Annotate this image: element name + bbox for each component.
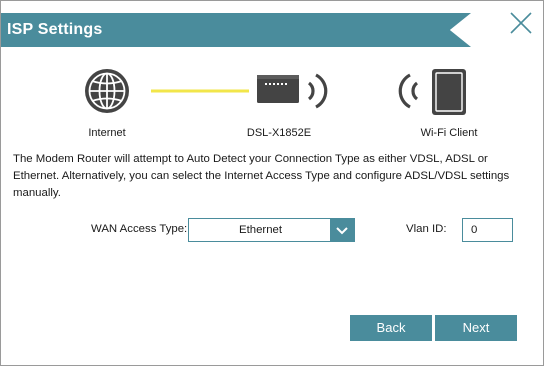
wifi-signal-icon	[398, 73, 419, 109]
title-banner: ISP Settings	[1, 13, 471, 47]
wifi-signal-icon	[307, 73, 328, 109]
wan-access-type-label: WAN Access Type:	[91, 223, 188, 235]
next-button[interactable]: Next	[435, 315, 517, 341]
vlan-id-input[interactable]	[462, 218, 513, 242]
wifi-client-label: Wi-Fi Client	[420, 127, 478, 139]
internet-label: Internet	[88, 127, 126, 139]
dialog-title: ISP Settings	[7, 21, 103, 38]
chevron-down-icon[interactable]	[330, 219, 354, 241]
connection-diagram: Internet DSL-X1852E Wi-Fi Client	[1, 61, 543, 141]
isp-settings-dialog: ISP Settings Internet DSL-X1852E Wi-Fi C…	[0, 0, 544, 366]
wan-access-type-select[interactable]: Ethernet	[188, 218, 355, 242]
close-icon[interactable]	[507, 9, 535, 37]
globe-icon	[85, 69, 129, 113]
router-icon	[257, 75, 299, 103]
vlan-id-label: Vlan ID:	[406, 223, 447, 235]
wan-access-type-value: Ethernet	[238, 224, 283, 236]
tablet-icon	[432, 69, 466, 115]
back-button[interactable]: Back	[350, 315, 432, 341]
description-text: The Modem Router will attempt to Auto De…	[13, 153, 510, 199]
router-label: DSL-X1852E	[246, 127, 312, 139]
